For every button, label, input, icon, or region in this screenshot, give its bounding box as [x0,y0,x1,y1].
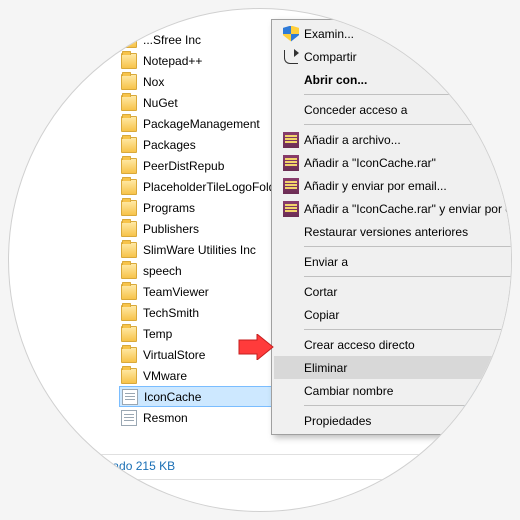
archive-icon [283,155,299,171]
menu-eliminar[interactable]: Eliminar [274,356,512,379]
menu-anadir-email[interactable]: Añadir y enviar por email... [274,174,512,197]
file-icon [121,410,137,426]
folder-icon [121,242,137,258]
menu-anadir-iconcache-email[interactable]: Añadir a "IconCache.rar" y enviar por e.… [274,197,512,220]
menu-restaurar[interactable]: Restaurar versiones anteriores [274,220,512,243]
archive-icon [283,178,299,194]
file-icon [122,389,138,405]
folder-icon [121,326,137,342]
chevron-right-icon [511,258,512,266]
status-bar: to seleccionado 215 KB [49,459,175,473]
shield-icon [283,26,299,42]
archive-icon [283,201,299,217]
folder-icon [121,158,137,174]
menu-anadir-archivo[interactable]: Añadir a archivo... [274,128,512,151]
folder-icon [121,32,137,48]
folder-icon [121,200,137,216]
menu-copiar[interactable]: Copiar [274,303,512,326]
folder-icon [121,179,137,195]
menu-examinar[interactable]: Examin... [274,22,512,45]
folder-icon [121,221,137,237]
folder-icon [121,347,137,363]
folder-icon [121,305,137,321]
folder-icon [121,116,137,132]
folder-icon [121,284,137,300]
folder-icon [121,368,137,384]
menu-cambiar-nombre[interactable]: Cambiar nombre [274,379,512,402]
menu-enviar-a[interactable]: Enviar a [274,250,512,273]
chevron-right-icon [511,106,512,114]
folder-icon [121,95,137,111]
folder-icon [121,263,137,279]
menu-compartir[interactable]: Compartir [274,45,512,68]
menu-conceder-acceso[interactable]: Conceder acceso a [274,98,512,121]
folder-icon [121,53,137,69]
archive-icon [283,132,299,148]
menu-abrir-con[interactable]: Abrir con... [274,68,512,91]
menu-anadir-iconcache[interactable]: Añadir a "IconCache.rar" [274,151,512,174]
menu-propiedades[interactable]: Propiedades [274,409,512,432]
share-icon [283,49,299,65]
menu-cortar[interactable]: Cortar [274,280,512,303]
folder-icon [121,137,137,153]
menu-crear-acceso[interactable]: Crear acceso directo [274,333,512,356]
folder-icon [121,74,137,90]
context-menu: Examin... Compartir Abrir con... Concede… [271,19,512,435]
